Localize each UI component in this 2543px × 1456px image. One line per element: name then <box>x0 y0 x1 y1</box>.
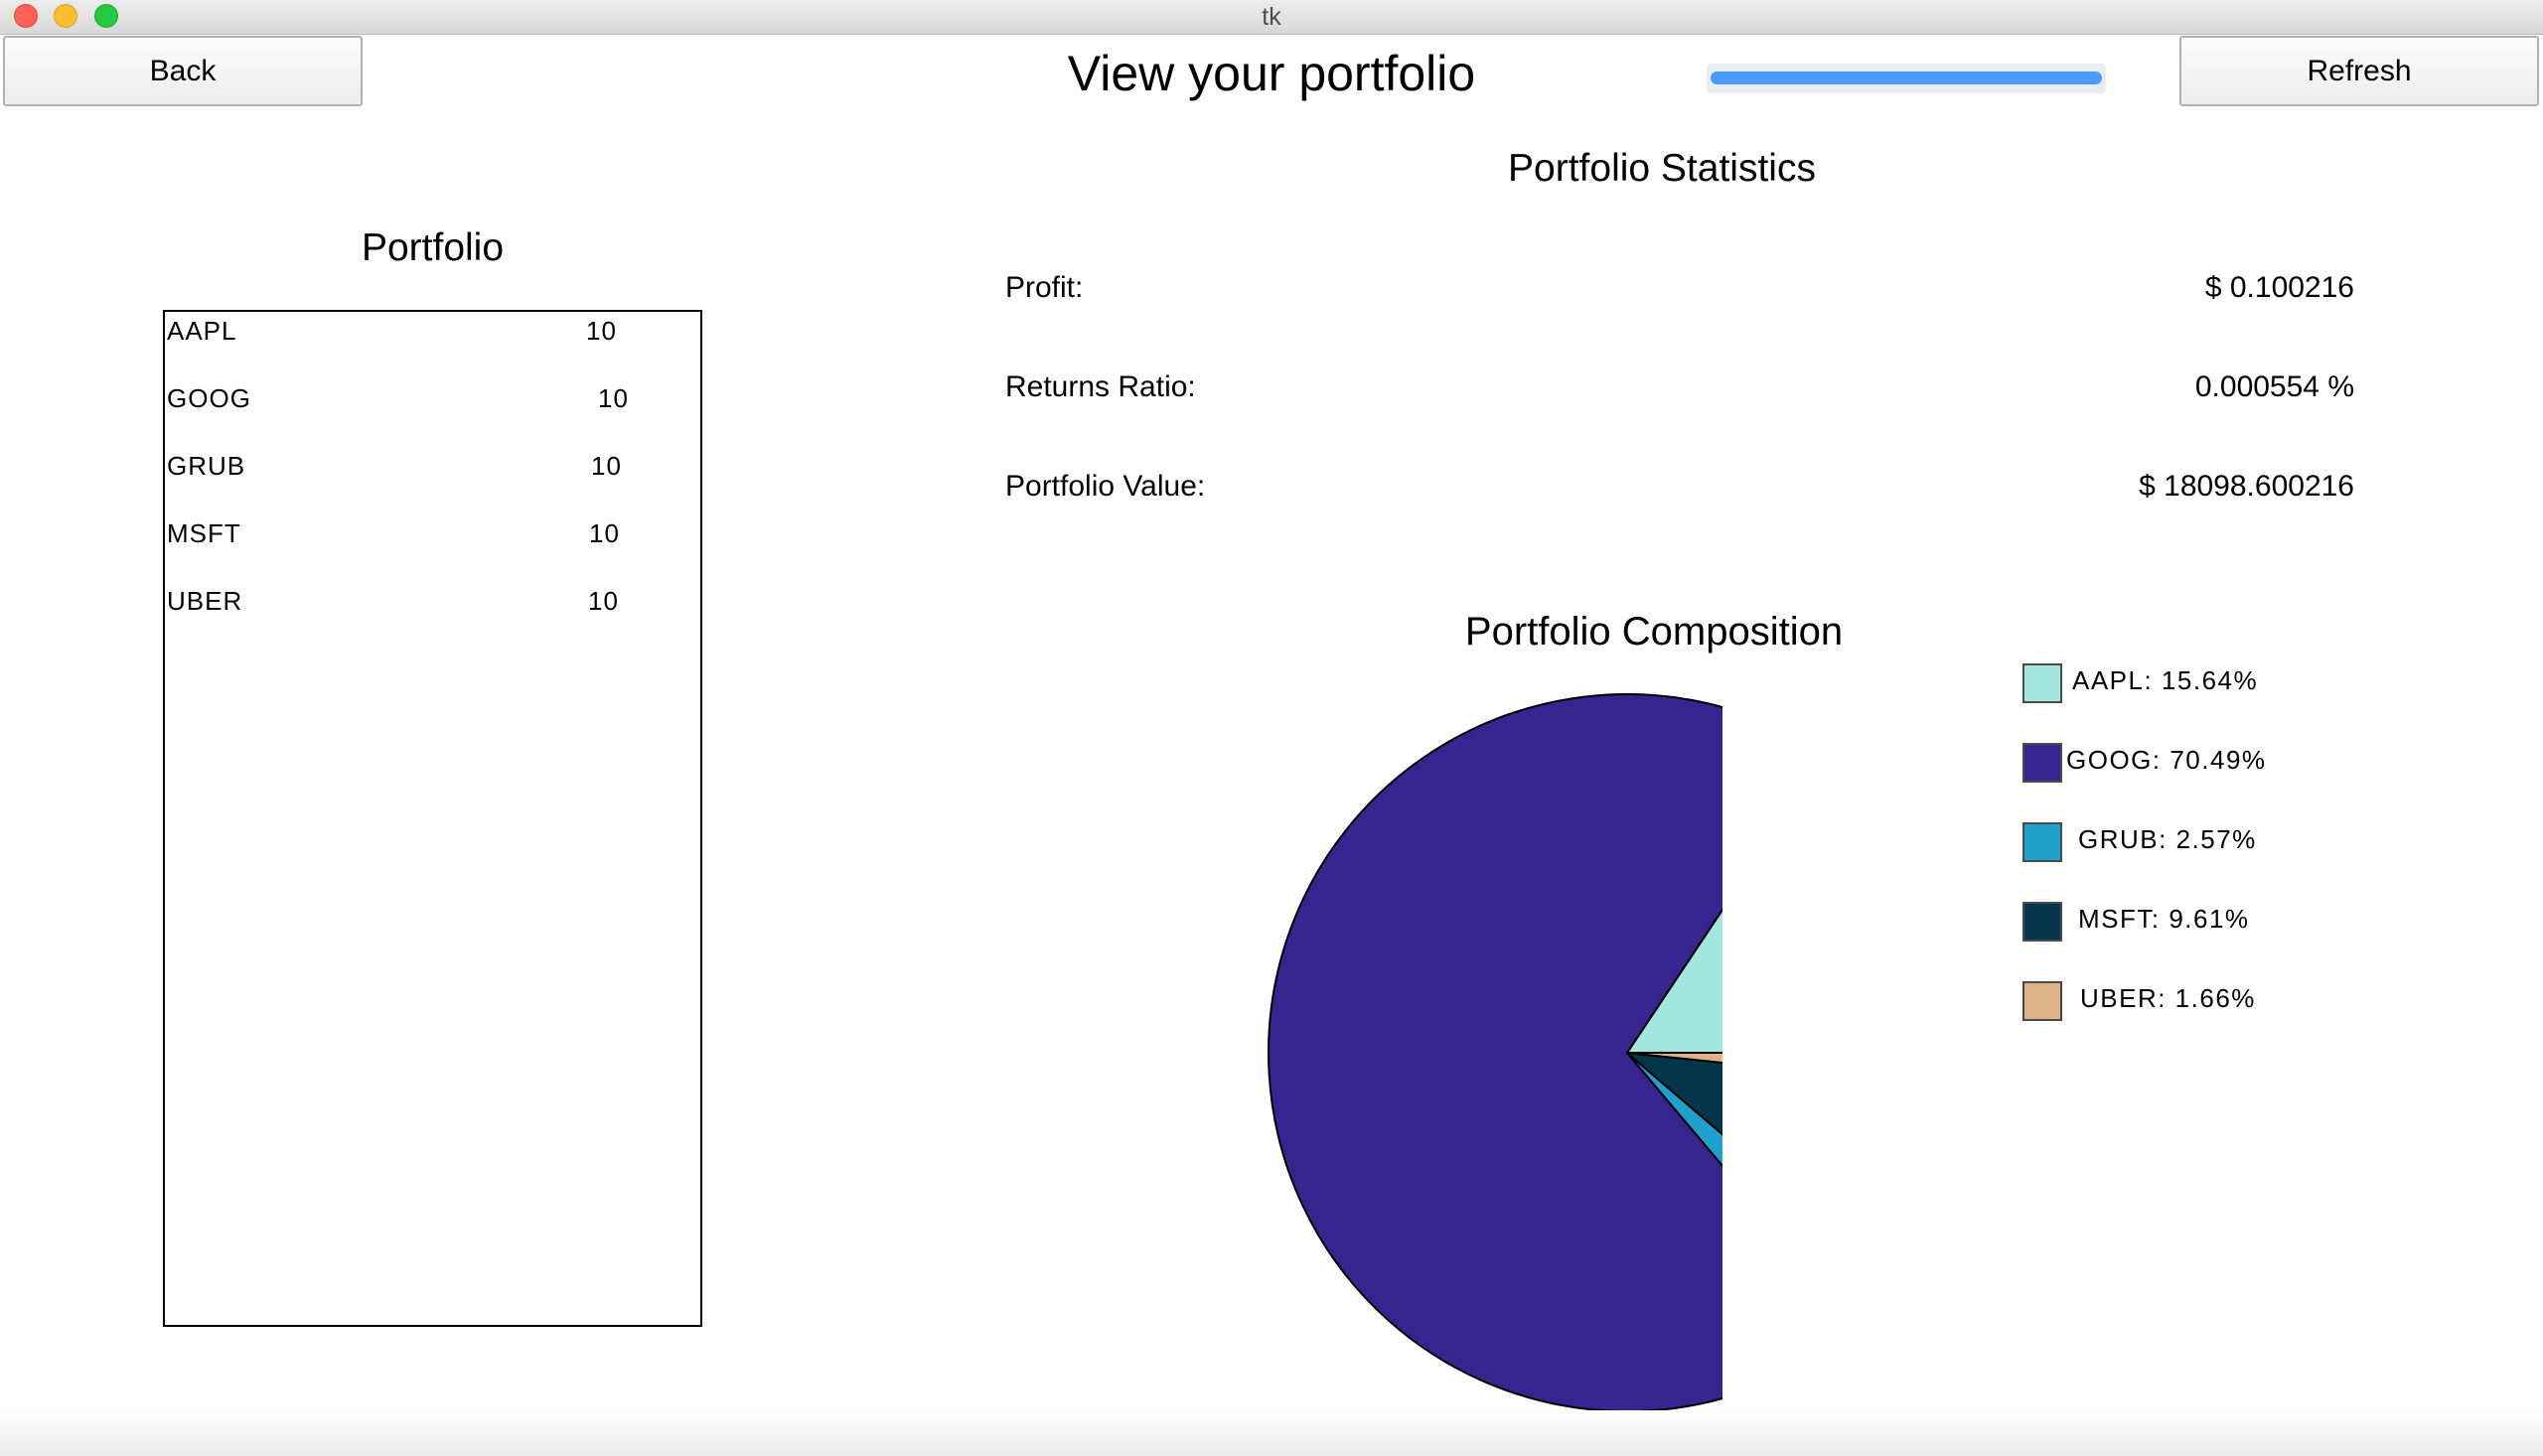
window-title: tk <box>1262 3 1281 31</box>
refresh-button[interactable]: Refresh <box>2179 36 2539 106</box>
legend-label: UBER: 1.66% <box>2080 983 2256 1013</box>
holding-quantity: 10 <box>588 586 619 616</box>
holding-quantity: 10 <box>586 316 617 346</box>
profit-label: Profit: <box>1005 271 1084 304</box>
legend-swatch <box>2022 981 2062 1021</box>
holding-quantity: 10 <box>591 451 622 481</box>
back-button[interactable]: Back <box>3 36 363 106</box>
holdings-listbox[interactable]: AAPL 10 GOOG 10 GRUB 10 MSFT 10 UBER 10 <box>163 310 702 1327</box>
holding-symbol: MSFT <box>167 518 241 548</box>
holding-symbol: GOOG <box>167 383 251 413</box>
chart-title: Portfolio Composition <box>1464 610 1844 654</box>
list-item[interactable]: MSFT 10 <box>165 518 700 558</box>
legend-swatch <box>2022 663 2062 703</box>
portfolio-value-label: Portfolio Value: <box>1005 470 1206 503</box>
holding-symbol: GRUB <box>167 451 246 481</box>
statistics-heading: Portfolio Statistics <box>1508 147 1816 190</box>
page-title: View your portfolio <box>1067 46 1476 101</box>
list-item[interactable]: AAPL 10 <box>165 316 700 356</box>
legend-swatch <box>2022 743 2062 783</box>
list-item[interactable]: GOOG 10 <box>165 383 700 423</box>
portfolio-value-value: $ 18098.600216 <box>2139 470 2354 503</box>
holding-symbol: UBER <box>167 586 243 616</box>
legend-label: GOOG: 70.49% <box>2066 745 2267 775</box>
composition-pie-chart <box>1268 693 1722 1412</box>
holding-quantity: 10 <box>589 518 620 548</box>
holding-quantity: 10 <box>598 383 629 413</box>
legend-label: AAPL: 15.64% <box>2072 665 2259 695</box>
returns-ratio-value: 0.000554 % <box>2194 370 2354 403</box>
list-item[interactable]: GRUB 10 <box>165 451 700 491</box>
portfolio-heading: Portfolio <box>361 226 505 269</box>
profit-value: $ 0.100216 <box>2204 271 2354 304</box>
legend-label: GRUB: 2.57% <box>2078 824 2257 854</box>
returns-ratio-label: Returns Ratio: <box>1005 370 1196 403</box>
window-bottom-edge <box>0 1410 2543 1456</box>
progress-bar <box>1707 64 2106 93</box>
holding-symbol: AAPL <box>167 316 237 346</box>
progress-bar-fill <box>1711 72 2102 84</box>
window-titlebar: tk <box>0 0 2543 35</box>
legend-label: MSFT: 9.61% <box>2078 904 2250 934</box>
list-item[interactable]: UBER 10 <box>165 586 700 626</box>
legend-swatch <box>2022 902 2062 942</box>
legend-swatch <box>2022 822 2062 862</box>
